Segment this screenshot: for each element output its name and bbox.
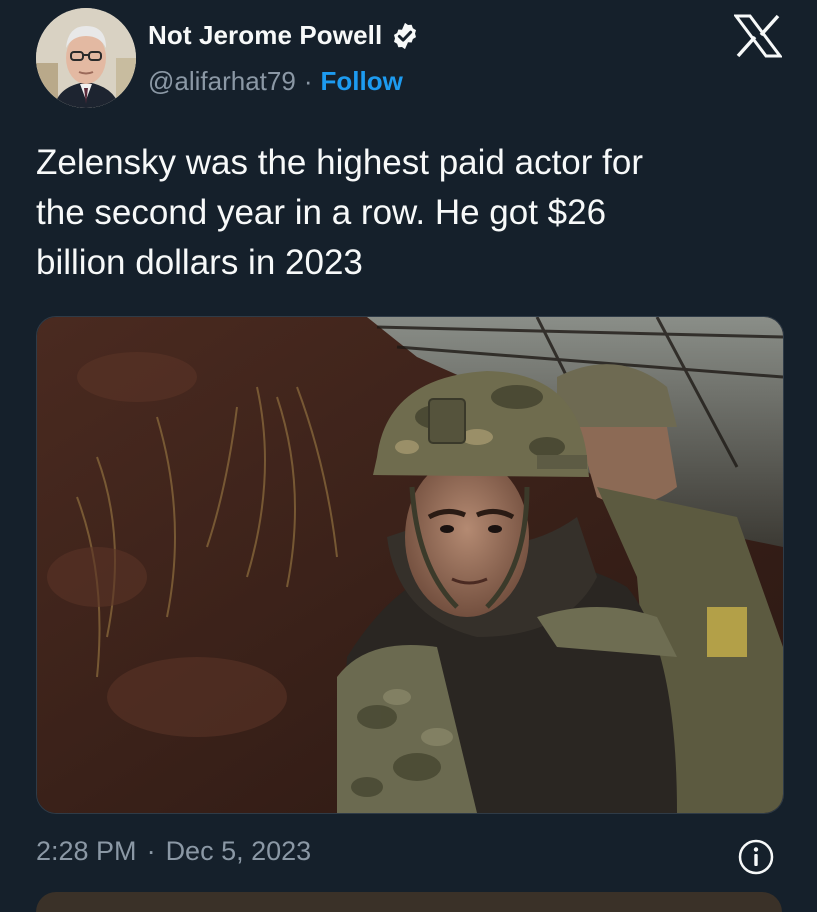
tweet-header: Not Jerome Powell @alifarhat79 · Follow [0, 0, 817, 120]
author-display-name[interactable]: Not Jerome Powell [148, 20, 382, 51]
avatar[interactable] [36, 8, 136, 108]
handle-separator: · [303, 66, 313, 96]
tweet-photo[interactable] [36, 316, 784, 814]
tweet-text: Zelensky was the highest paid actor for … [36, 143, 643, 282]
info-icon[interactable] [737, 838, 775, 876]
x-logo-icon[interactable] [734, 14, 782, 58]
photo-soldiers-trench [37, 317, 783, 813]
author-handle[interactable]: @alifarhat79 [148, 66, 296, 97]
follow-button[interactable]: Follow [320, 66, 402, 97]
verified-badge-icon [394, 22, 417, 49]
tweet-timestamp[interactable]: 2:28 PM · Dec 5, 2023 [36, 836, 311, 867]
author-name-row: Not Jerome Powell [148, 20, 420, 51]
timestamp-date: Dec 5, 2023 [165, 836, 312, 866]
author-handle-row: @alifarhat79 · Follow [148, 66, 403, 97]
timestamp-time: 2:28 PM [36, 836, 137, 866]
avatar-image [36, 8, 136, 108]
next-tweet-media-edge [36, 892, 782, 912]
timestamp-separator: · [146, 836, 156, 866]
